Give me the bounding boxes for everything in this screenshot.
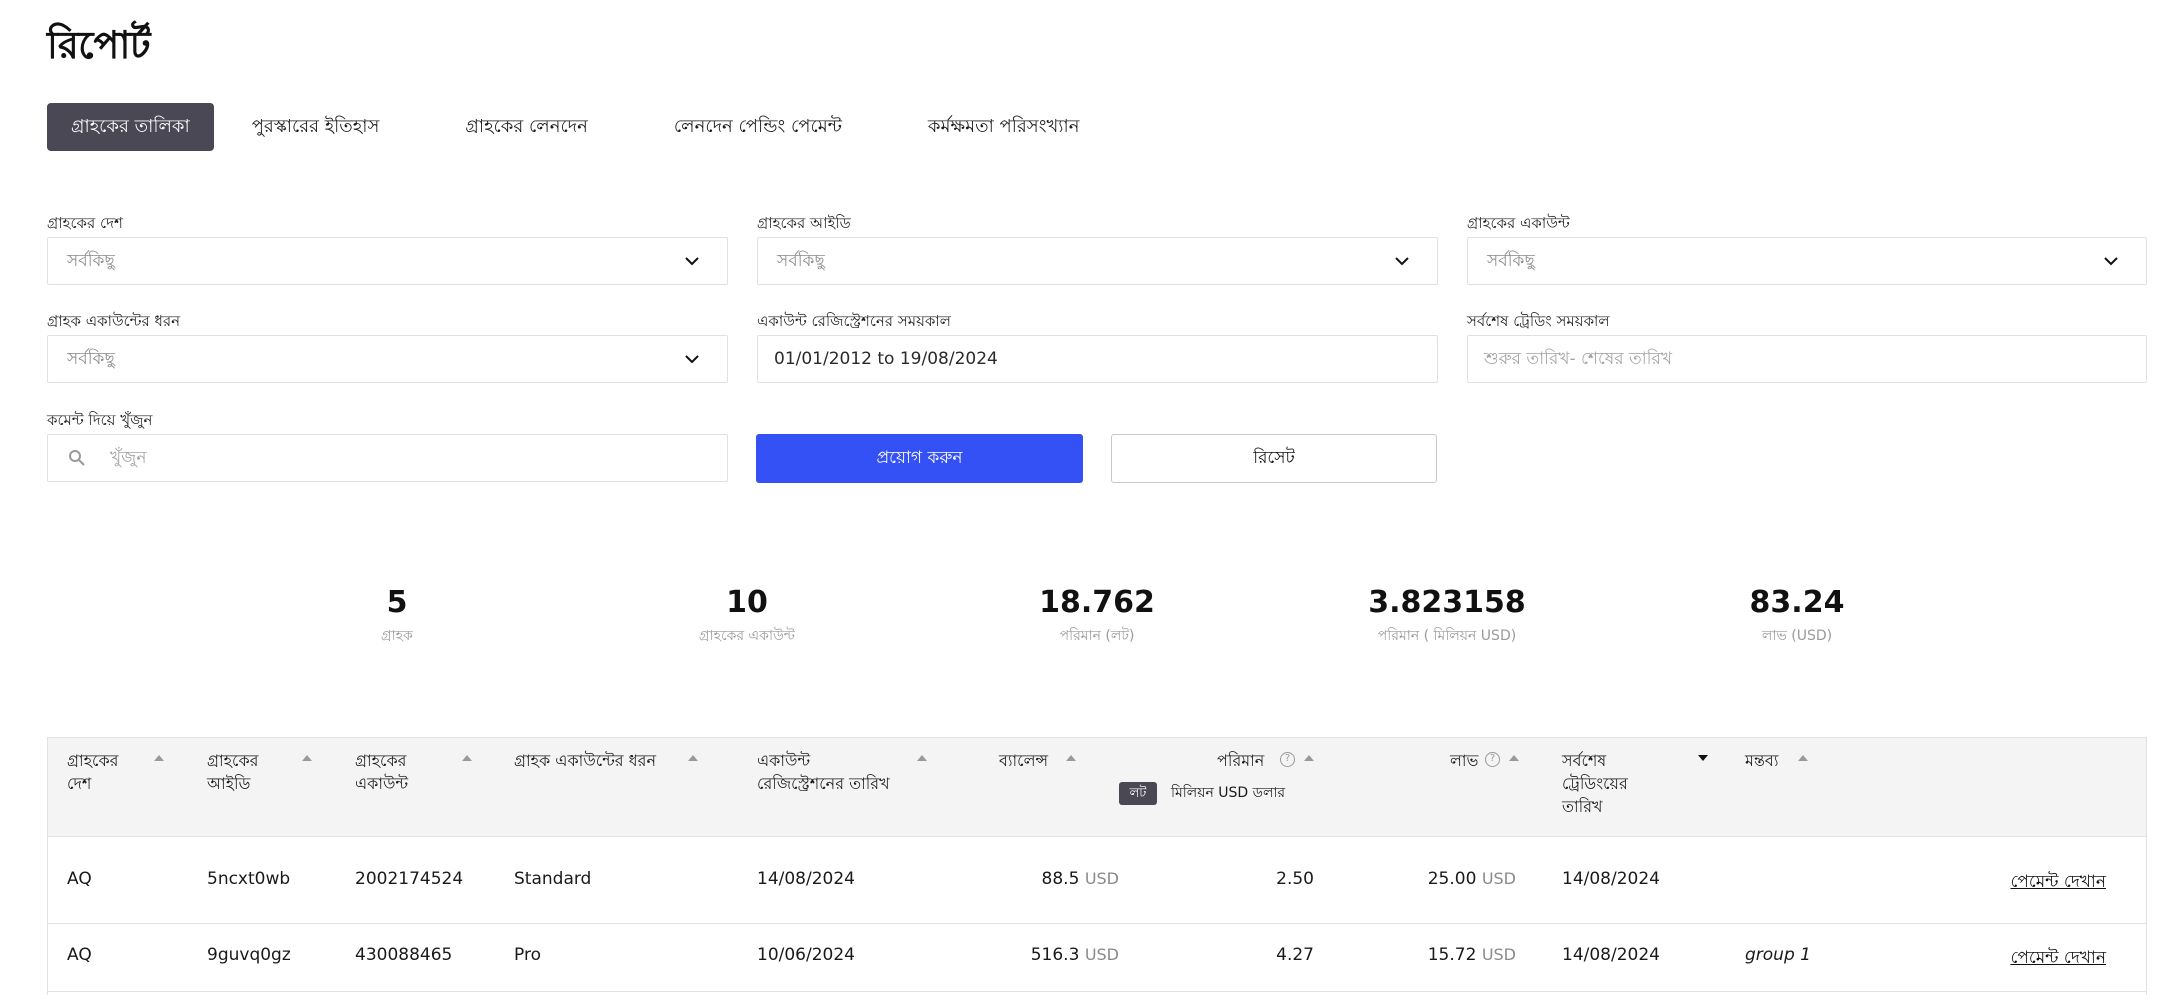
sort-arrow-icon[interactable] [1304,755,1314,761]
col-country-header[interactable]: গ্রাহকের দেশ [67,749,118,795]
stat-volume-usd: 3.823158 পরিমান ( মিলিয়ন USD) [1297,583,1597,648]
account-type-value: সর্বকিছু [67,349,115,369]
account-type-select[interactable]: সর্বকিছু [47,335,728,383]
cell-comment: group 1 [1745,945,1811,965]
stat-client-accounts: 10 গ্রাহকের একাউন্ট [597,583,897,648]
cell-client-id: 5ncxt0wb [207,869,291,889]
stat-value: 18.762 [1039,585,1155,620]
help-circle-icon[interactable]: ? [1280,752,1295,767]
cell-client-id: 9guvq0gz [207,945,291,965]
help-circle-icon[interactable]: ? [1485,752,1500,767]
tab-client-list[interactable]: গ্রাহকের তালিকা [47,103,214,151]
volume-toggle-usd[interactable]: মিলিয়ন USD ডলার [1171,782,1285,805]
cell-volume: 2.50 [1276,869,1314,889]
sort-arrow-icon[interactable] [1798,755,1808,761]
reset-button[interactable]: রিসেট [1111,434,1437,483]
client-account-label: গ্রাহকের একাউন্ট [1467,214,1570,232]
client-country-select[interactable]: সর্বকিছু [47,237,728,285]
registration-period-value: 01/01/2012 to 19/08/2024 [774,349,998,369]
stat-value: 5 [386,585,408,620]
client-account-value: সর্বকিছু [1487,251,1535,271]
col-balance-header[interactable]: ব্যালেন্স [999,749,1048,772]
cell-country: AQ [67,869,92,889]
sort-arrow-icon[interactable] [154,755,164,761]
cell-volume: 4.27 [1276,945,1314,965]
cell-reg-date: 14/08/2024 [757,869,855,889]
registration-period-input[interactable]: 01/01/2012 to 19/08/2024 [757,335,1438,383]
client-id-select[interactable]: সর্বকিছু [757,237,1438,285]
cell-last-trade: 14/08/2024 [1562,869,1660,889]
client-id-value: সর্বকিছু [777,251,825,271]
apply-button[interactable]: প্রয়োগ করুন [756,434,1083,483]
last-trading-period-input[interactable]: শুরুর তারিখ- শেষের তারিখ [1467,335,2147,383]
registration-period-label: একাউন্ট রেজিস্ট্রেশনের সময়কাল [757,312,951,330]
cell-balance: 88.5 USD [1041,869,1119,889]
sort-arrow-icon[interactable] [917,755,927,761]
last-trading-period-label: সর্বশেষ ট্রেডিং সময়কাল [1467,312,1610,330]
last-trading-period-placeholder: শুরুর তারিখ- শেষের তারিখ [1484,349,1673,369]
search-icon [69,450,85,466]
stat-label: পরিমান ( মিলিয়ন USD) [1377,628,1517,644]
client-country-label: গ্রাহকের দেশ [47,214,123,232]
chevron-down-icon [685,355,699,364]
col-reg-date-header[interactable]: একাউন্ট রেজিস্ট্রেশনের তারিখ [757,749,890,795]
client-id-label: গ্রাহকের আইডি [757,214,851,232]
sort-arrow-icon[interactable] [1698,755,1708,761]
client-account-select[interactable]: সর্বকিছু [1467,237,2147,285]
page-title: রিপোর্ট [47,23,151,67]
cell-balance: 516.3 USD [1030,945,1119,965]
stat-volume-lots: 18.762 পরিমান (লট) [947,583,1247,648]
stat-value: 83.24 [1749,585,1845,620]
tab-pending-payments[interactable]: লেনদেন পেন্ডিং পেমেন্ট [674,103,842,151]
table-header: গ্রাহকের দেশ গ্রাহকের আইডি গ্রাহকের একাউ… [48,738,2146,837]
comment-search-placeholder: খুঁজুন [110,448,147,468]
col-account-header[interactable]: গ্রাহকের একাউন্ট [355,749,408,795]
stat-label: গ্রাহক [381,628,413,644]
cell-account-type: Standard [514,869,592,889]
cell-last-trade: 14/08/2024 [1562,945,1660,965]
comment-search-label: কমেন্ট দিয়ে খুঁজুন [47,411,153,429]
view-payment-link[interactable]: পেমেন্ট দেখান [2010,869,2106,897]
client-country-value: সর্বকিছু [67,251,115,271]
clients-table: গ্রাহকের দেশ গ্রাহকের আইডি গ্রাহকের একাউ… [47,737,2147,995]
sort-arrow-icon[interactable] [462,755,472,761]
cell-account: 430088465 [355,945,453,965]
tab-client-transactions[interactable]: গ্রাহকের লেনদেন [465,103,588,151]
comment-search-input[interactable]: খুঁজুন [47,434,728,482]
col-volume-header[interactable]: পরিমান [1217,749,1264,772]
table-row: AQ 9guvq0gz 430088465 Pro 10/06/2024 516… [48,924,2146,992]
chevron-down-icon [1395,257,1409,266]
sort-arrow-icon[interactable] [688,755,698,761]
stat-profit-usd: 83.24 লাভ (USD) [1647,583,1947,648]
table-row: AQ 5ncxt0wb 2002174524 Standard 14/08/20… [48,837,2146,924]
tab-performance-stats[interactable]: কর্মক্ষমতা পরিসংখ্যান [928,103,1080,151]
col-client-id-header[interactable]: গ্রাহকের আইডি [207,749,258,795]
account-type-label: গ্রাহক একাউন্টের ধরন [47,312,181,330]
chevron-down-icon [685,257,699,266]
stat-value: 10 [726,585,768,620]
chevron-down-icon [2104,257,2118,266]
stat-value: 3.823158 [1368,585,1526,620]
cell-account: 2002174524 [355,869,464,889]
cell-profit: 15.72 USD [1427,945,1516,965]
report-tabs: গ্রাহকের তালিকা পুরস্কারের ইতিহাস গ্রাহক… [47,103,1079,151]
sort-arrow-icon[interactable] [1509,755,1519,761]
sort-arrow-icon[interactable] [1066,755,1076,761]
stat-label: লাভ (USD) [1761,628,1833,644]
cell-profit: 25.00 USD [1427,869,1516,889]
sort-arrow-icon[interactable] [302,755,312,761]
col-last-trade-header[interactable]: সর্বশেষ ট্রেডিংয়ের তারিখ [1562,749,1628,818]
cell-reg-date: 10/06/2024 [757,945,855,965]
stat-label: গ্রাহকের একাউন্ট [699,628,795,644]
stat-label: পরিমান (লট) [1059,628,1135,644]
stat-clients: 5 গ্রাহক [247,583,547,648]
cell-country: AQ [67,945,92,965]
volume-toggle-lot[interactable]: লট [1119,782,1157,805]
col-comment-header[interactable]: মন্তব্য [1745,749,1778,772]
col-account-type-header[interactable]: গ্রাহক একাউন্টের ধরন [514,749,656,772]
col-profit-header[interactable]: লাভ [1450,749,1478,772]
tab-reward-history[interactable]: পুরস্কারের ইতিহাস [252,103,380,151]
view-payment-link[interactable]: পেমেন্ট দেখান [2010,945,2106,973]
cell-account-type: Pro [514,945,541,965]
